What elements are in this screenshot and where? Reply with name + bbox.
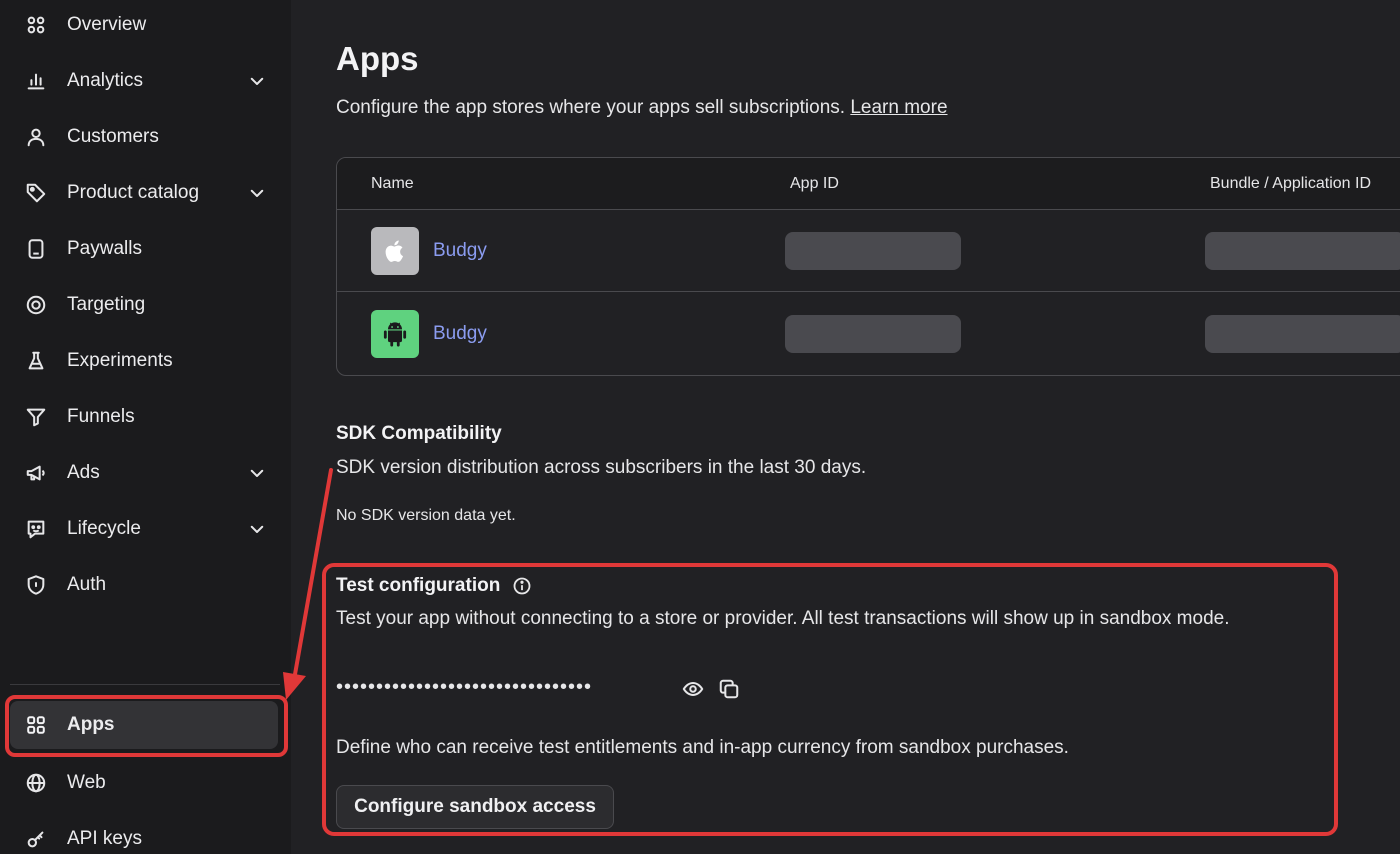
sidebar-item-auth[interactable]: Auth <box>10 561 278 609</box>
flask-icon <box>24 349 48 373</box>
table-row[interactable]: Budgy <box>337 210 1400 292</box>
apple-icon <box>371 227 419 275</box>
chevron-down-icon <box>250 189 264 197</box>
column-header-name: Name <box>371 175 414 192</box>
highlight-box-test-configuration <box>322 563 1338 836</box>
sidebar-item-targeting[interactable]: Targeting <box>10 281 278 329</box>
sidebar-item-analytics[interactable]: Analytics <box>10 57 278 105</box>
key-icon <box>24 827 48 851</box>
app-id-placeholder <box>785 232 961 270</box>
sidebar-item-web[interactable]: Web <box>10 759 278 807</box>
funnel-icon <box>24 405 48 429</box>
tag-icon <box>24 181 48 205</box>
sidebar-item-customers[interactable]: Customers <box>10 113 278 161</box>
sidebar-item-overview[interactable]: Overview <box>10 1 278 49</box>
sidebar-item-experiments[interactable]: Experiments <box>10 337 278 385</box>
sidebar-item-lifecycle[interactable]: Lifecycle <box>10 505 278 553</box>
subtitle-text: Configure the app stores where your apps… <box>336 97 846 118</box>
sidebar-item-label: Auth <box>67 574 107 595</box>
app-name-link[interactable]: Budgy <box>433 240 487 262</box>
table-header: Name App ID Bundle / Application ID <box>337 158 1400 210</box>
column-header-bundle-id: Bundle / Application ID <box>1210 175 1371 192</box>
sidebar-item-label: Paywalls <box>67 238 142 259</box>
bar-chart-icon <box>24 69 48 93</box>
sidebar-divider <box>10 684 280 685</box>
sdk-section-title: SDK Compatibility <box>336 423 502 444</box>
sdk-empty-state: No SDK version data yet. <box>336 507 516 524</box>
sdk-description: SDK version distribution across subscrib… <box>336 457 867 478</box>
phone-icon <box>24 237 48 261</box>
chevron-down-icon <box>250 77 264 85</box>
sidebar-item-label: Customers <box>67 126 159 147</box>
sidebar-item-label: Funnels <box>67 406 135 427</box>
sidebar-item-api-keys[interactable]: API keys <box>10 815 278 854</box>
chevron-down-icon <box>250 525 264 533</box>
sidebar-item-funnels[interactable]: Funnels <box>10 393 278 441</box>
learn-more-link[interactable]: Learn more <box>850 97 947 118</box>
page-title: Apps <box>336 40 419 77</box>
bundle-id-placeholder <box>1205 315 1400 353</box>
column-header-app-id: App ID <box>790 175 839 192</box>
sidebar-item-label: Lifecycle <box>67 518 141 539</box>
sidebar-item-label: Web <box>67 772 106 793</box>
chevron-down-icon <box>250 469 264 477</box>
bundle-id-placeholder <box>1205 232 1400 270</box>
sidebar-item-label: API keys <box>67 828 142 849</box>
sidebar-item-label: Product catalog <box>67 182 200 203</box>
sidebar-item-label: Overview <box>67 14 147 35</box>
message-icon <box>24 517 48 541</box>
sidebar-item-label: Analytics <box>67 70 144 91</box>
sidebar-item-label: Experiments <box>67 350 173 371</box>
page-subtitle: Configure the app stores where your apps… <box>336 97 948 119</box>
shield-icon <box>24 573 48 597</box>
grid-icon <box>24 13 48 37</box>
sidebar-item-product-catalog[interactable]: Product catalog <box>10 169 278 217</box>
sidebar-item-paywalls[interactable]: Paywalls <box>10 225 278 273</box>
sidebar-item-label: Targeting <box>67 294 146 315</box>
globe-icon <box>24 771 48 795</box>
highlight-box-apps <box>5 695 288 757</box>
target-icon <box>24 293 48 317</box>
sidebar-item-label: Ads <box>67 462 100 483</box>
app-id-placeholder <box>785 315 961 353</box>
table-row[interactable]: Budgy <box>337 293 1400 375</box>
app-name-link[interactable]: Budgy <box>433 323 487 345</box>
sidebar-item-ads[interactable]: Ads <box>10 449 278 497</box>
apps-table: Name App ID Bundle / Application ID Budg… <box>336 157 1400 376</box>
user-icon <box>24 125 48 149</box>
megaphone-icon <box>24 461 48 485</box>
android-icon <box>371 310 419 358</box>
